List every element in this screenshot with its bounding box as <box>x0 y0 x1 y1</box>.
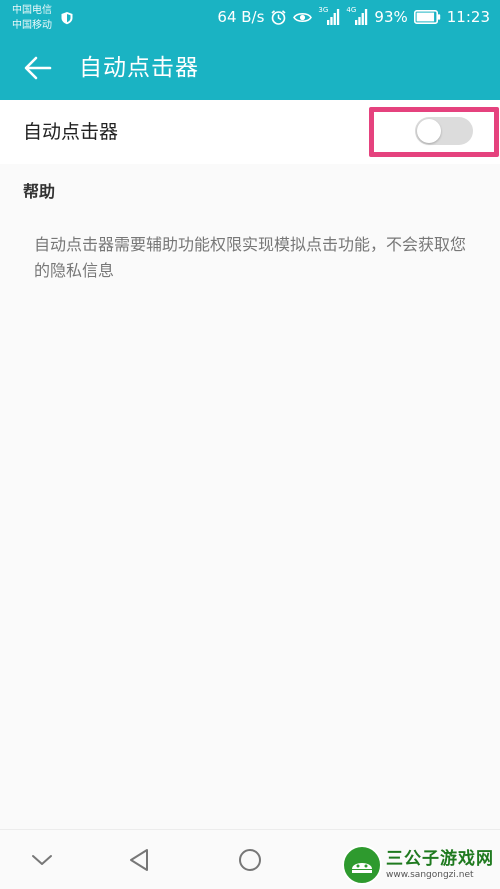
setting-label: 自动点击器 <box>23 121 119 143</box>
eye-icon <box>293 12 313 22</box>
carrier-info: 中国电信 中国移动 <box>12 3 52 33</box>
network-speed: 64 B/s <box>217 8 265 26</box>
site-watermark: 三公子游戏网 www.sangongzi.net <box>342 842 494 888</box>
chevron-down-icon[interactable] <box>30 852 54 868</box>
auto-clicker-toggle[interactable] <box>415 117 473 145</box>
shield-icon <box>61 12 73 25</box>
watermark-name: 三公子游戏网 <box>386 849 494 869</box>
watermark-text: 三公子游戏网 www.sangongzi.net <box>386 849 494 881</box>
signal-3g-icon: 3G <box>318 6 340 26</box>
battery-icon <box>413 10 440 24</box>
watermark-logo <box>342 845 382 885</box>
help-text: 自动点击器需要辅助功能权限实现模拟点击功能，不会获取您的隐私信息 <box>34 235 467 280</box>
help-section-header: 帮助 <box>23 182 56 201</box>
watermark-url: www.sangongzi.net <box>386 870 474 880</box>
toggle-knob <box>417 119 441 143</box>
signal-4g-icon: 4G <box>346 6 368 26</box>
status-right: 64 B/s 3G 4G 93% 11:23 <box>217 6 490 28</box>
carrier-2: 中国移动 <box>12 20 52 31</box>
back-button[interactable] <box>18 50 58 86</box>
page-title: 自动点击器 <box>79 55 199 81</box>
back-triangle-icon[interactable] <box>127 848 151 872</box>
carrier-1: 中国电信 <box>12 5 52 16</box>
arrow-left-icon <box>24 56 52 80</box>
battery-percent: 93% <box>374 8 408 26</box>
alarm-icon <box>271 9 286 25</box>
home-circle-icon[interactable] <box>238 848 262 872</box>
app-bar: 自动点击器 <box>0 36 500 100</box>
clock: 11:23 <box>446 8 490 26</box>
status-bar: 中国电信 中国移动 64 B/s 3G 4G 93% 11:23 <box>0 0 500 36</box>
